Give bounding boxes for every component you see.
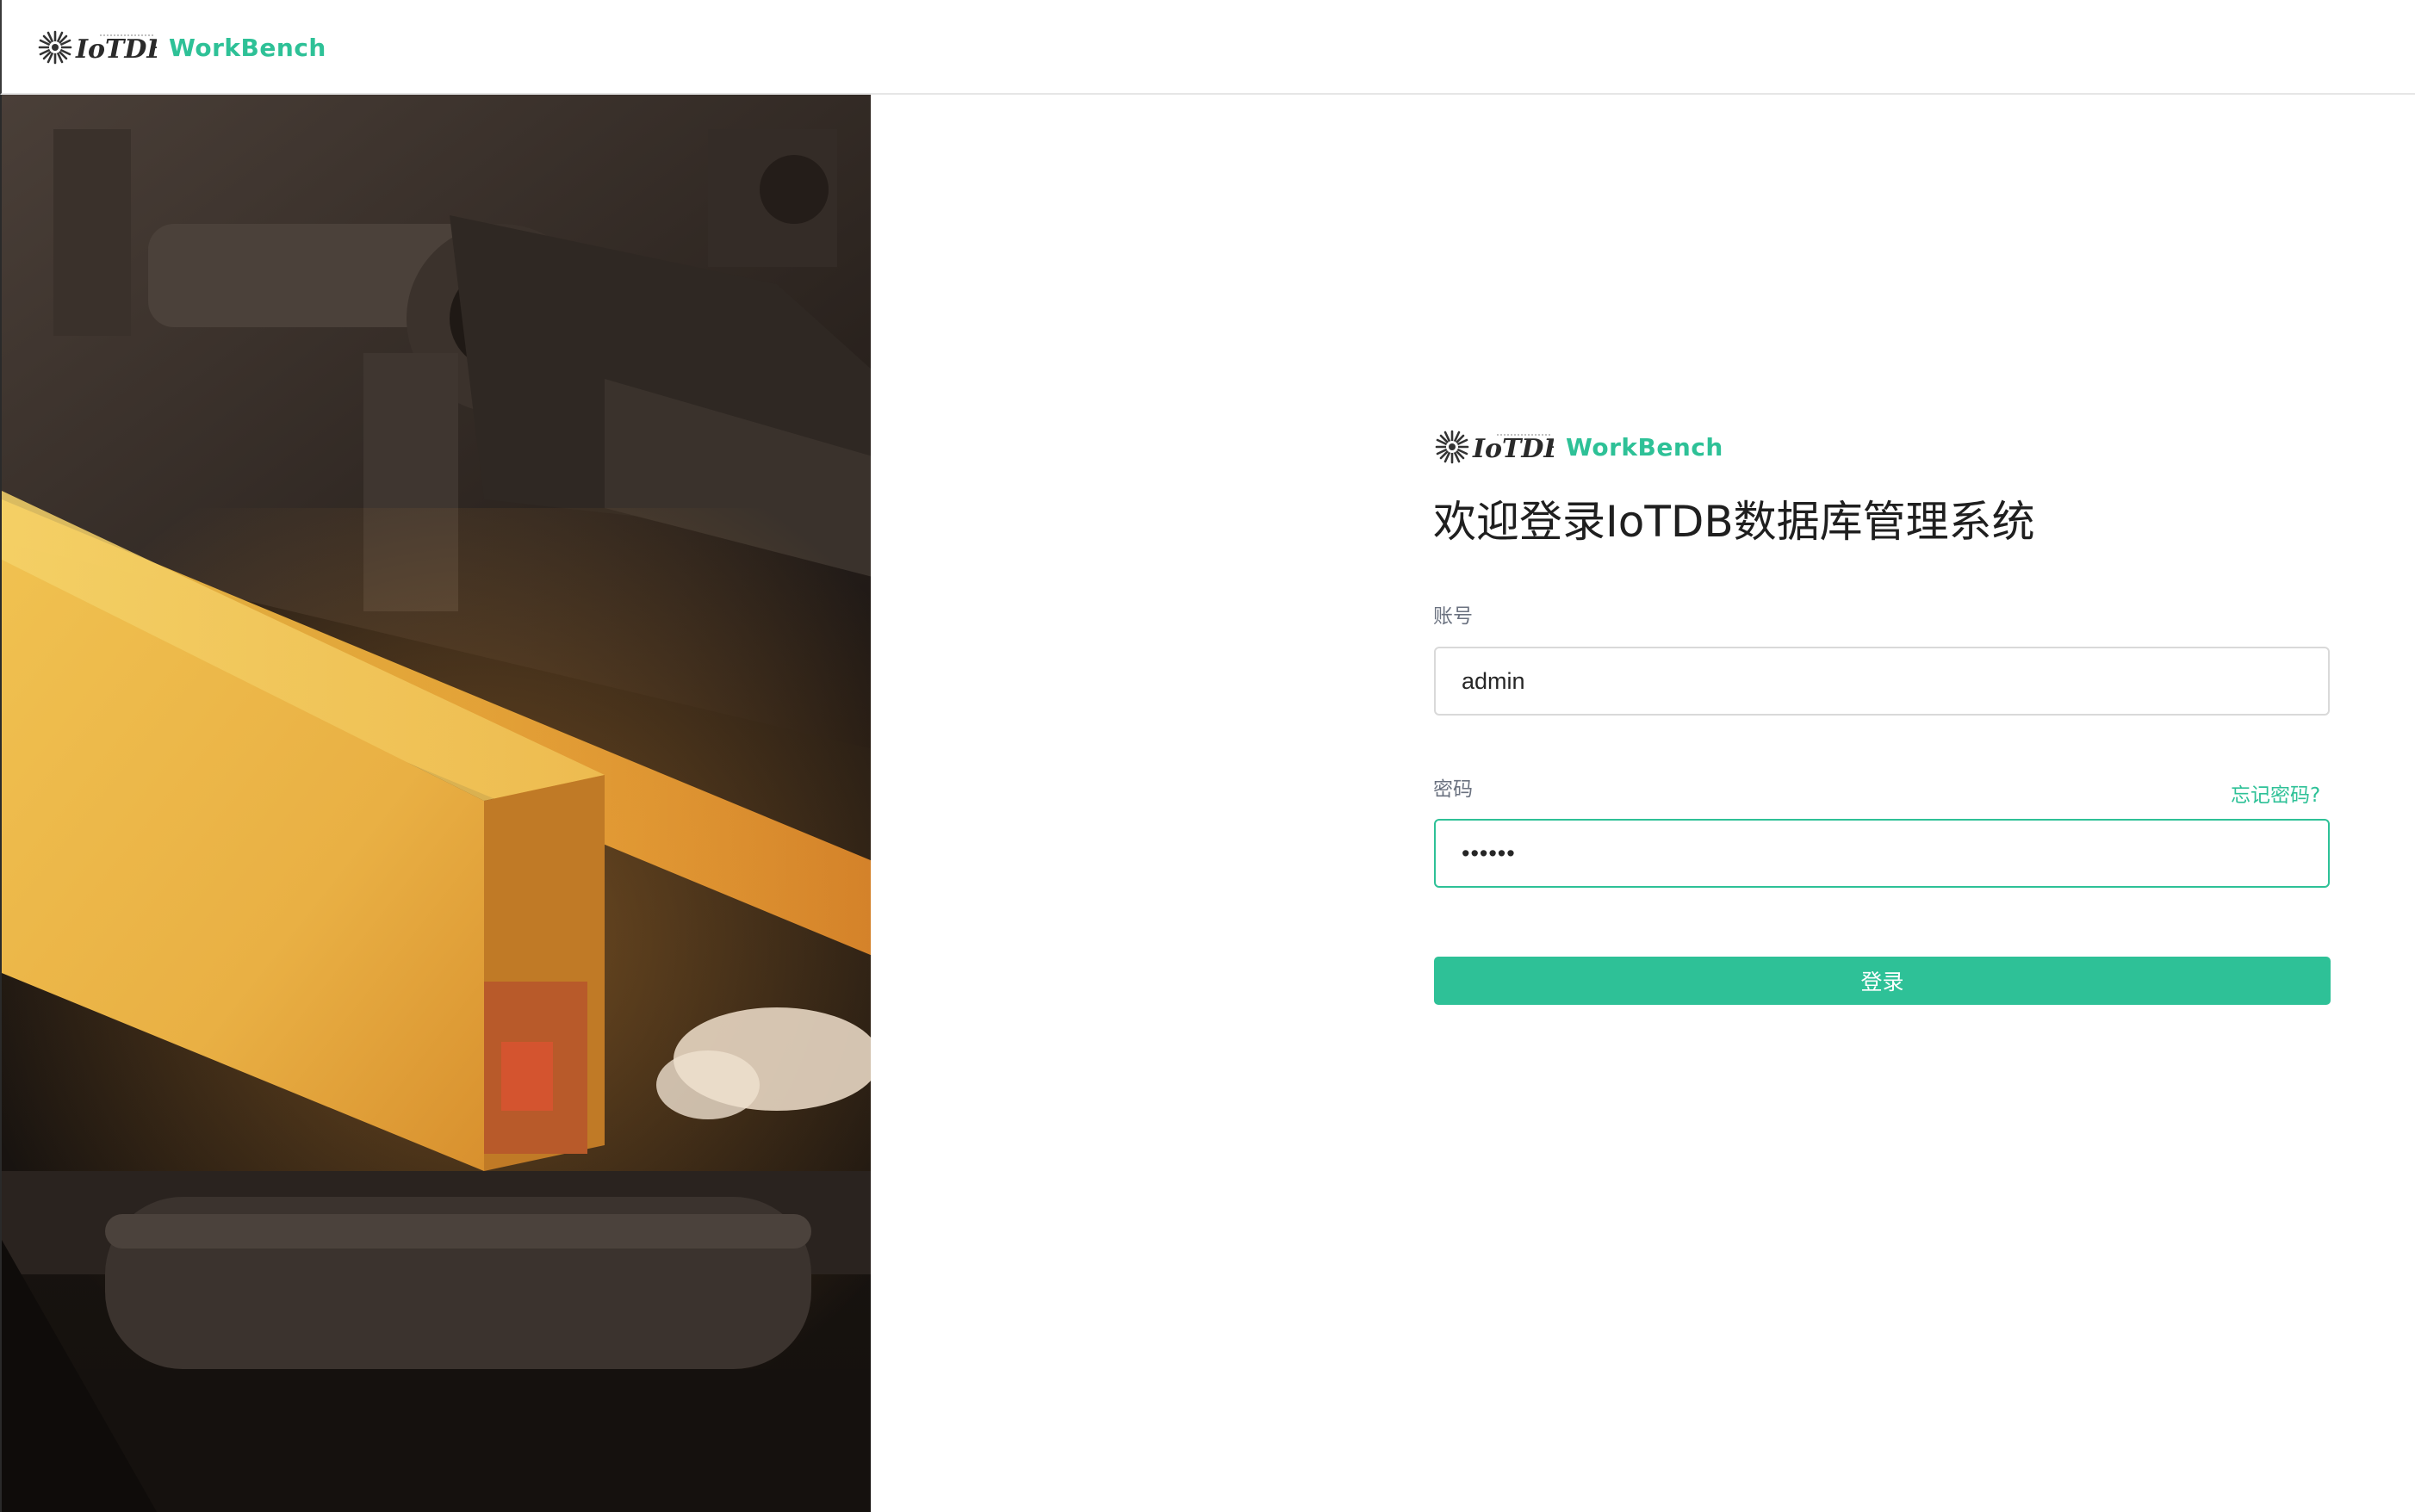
account-input[interactable] <box>1434 647 2330 716</box>
steel-mill-illustration <box>2 95 871 1512</box>
svg-text:IoTDB: IoTDB <box>1472 434 1554 464</box>
form-brand: IoTDB WorkBench <box>1433 425 1723 468</box>
iotdb-wordmark: IoTDB <box>75 34 157 65</box>
header-brand[interactable]: IoTDB WorkBench <box>36 19 326 76</box>
form-product-name: WorkBench <box>1566 432 1723 462</box>
iotdb-wordmark: IoTDB <box>1472 434 1554 464</box>
account-label: 账号 <box>1433 605 1473 628</box>
password-input[interactable] <box>1434 819 2330 888</box>
header-product-name: WorkBench <box>169 33 326 62</box>
forgot-password-link[interactable]: 忘记密码? <box>2231 778 2320 808</box>
hero-image <box>0 95 871 1512</box>
iotdb-logo-icon <box>38 30 72 65</box>
password-label: 密码 <box>1433 778 1473 801</box>
login-button[interactable]: 登录 <box>1434 957 2331 1005</box>
iotdb-logo-icon <box>1435 430 1469 464</box>
page-title: 欢迎登录IoTDB数据库管理系统 <box>1433 497 2035 547</box>
top-header: IoTDB WorkBench <box>0 0 2415 95</box>
svg-text:IoTDB: IoTDB <box>75 34 157 65</box>
